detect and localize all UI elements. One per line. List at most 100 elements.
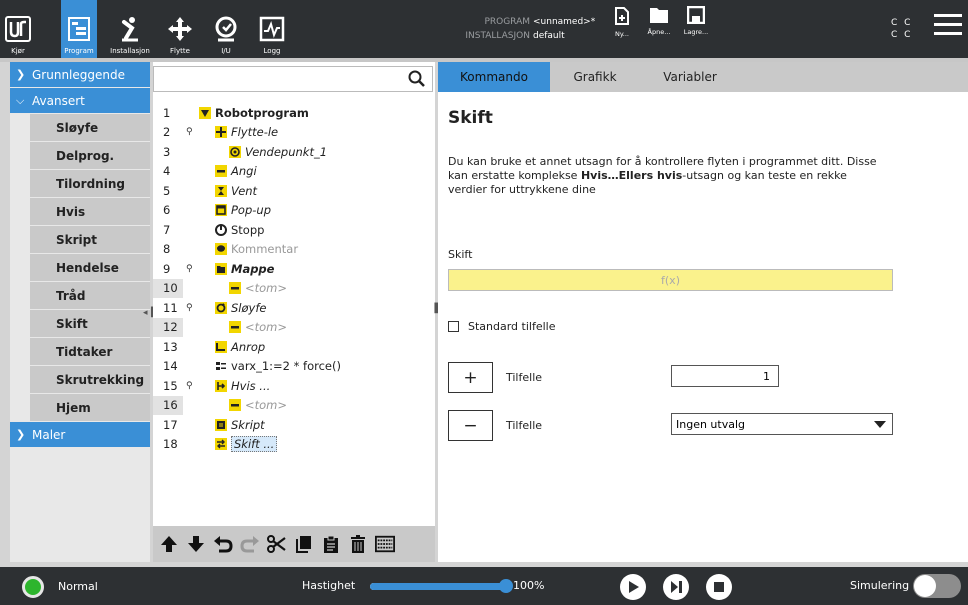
tree-row[interactable]: 3 Vendepunkt_1	[153, 142, 435, 161]
tree-row[interactable]: 14 varx_1:=2 * force()	[153, 357, 435, 376]
io-tab[interactable]: I/U	[208, 0, 244, 58]
speed-slider-fill	[370, 583, 506, 590]
save-icon	[687, 6, 705, 24]
simulation-label: Simulering	[850, 579, 910, 592]
line-number: 5	[163, 183, 171, 198]
tree-row[interactable]: 13 Anrop	[153, 337, 435, 356]
expand-pin-icon[interactable]: ⚲	[186, 381, 193, 391]
speed-slider[interactable]	[370, 579, 513, 593]
program-tab[interactable]: Program	[61, 0, 97, 58]
loop-icon	[215, 301, 227, 314]
copy-icon[interactable]	[294, 533, 314, 555]
program-tree-panel: 1 Robotprogram 2 ⚲ Flytte-le 3 Vendepunkt_1 4 An…	[153, 62, 435, 562]
search-icon[interactable]	[408, 70, 426, 88]
checkbox-icon[interactable]	[448, 321, 459, 332]
new-button[interactable]: Ny...	[604, 6, 640, 52]
log-tab[interactable]: Logg	[254, 0, 290, 58]
tree-row[interactable]: 16 <tom>	[153, 396, 435, 415]
simulation-toggle[interactable]	[913, 574, 961, 598]
tree-row[interactable]: 4 Angi	[153, 162, 435, 181]
installation-tab[interactable]: Installasjon	[107, 0, 153, 58]
tree-row[interactable]: 6 Pop-up	[153, 201, 435, 220]
search-input[interactable]	[153, 66, 433, 92]
io-icon	[215, 16, 237, 42]
hamburger-menu-icon[interactable]	[934, 14, 962, 38]
command-tabs: Kommando Grafikk Variabler	[438, 62, 968, 92]
log-tab-label: Logg	[263, 47, 281, 55]
undo-icon[interactable]	[213, 533, 233, 555]
line-number: 14	[163, 359, 178, 373]
remove-case-button[interactable]: −	[448, 410, 493, 441]
tree-node-label: <tom>	[245, 320, 288, 334]
expand-pin-icon[interactable]: ⚲	[186, 303, 193, 313]
redo-icon[interactable]	[240, 533, 260, 555]
case-select-dropdown[interactable]: Ingen utvalg	[671, 413, 893, 435]
tree-row[interactable]: 1 Robotprogram	[153, 103, 435, 122]
node-item-7[interactable]: Skift	[30, 310, 150, 337]
tree-row[interactable]: 12 <tom>	[153, 318, 435, 337]
category-templates[interactable]: ❯ Maler	[10, 422, 150, 447]
node-item-2[interactable]: Tilordning	[30, 170, 150, 197]
node-item-0[interactable]: Sløyfe	[30, 114, 150, 141]
delete-icon[interactable]	[348, 533, 368, 555]
node-item-4[interactable]: Skript	[30, 226, 150, 253]
move-icon	[215, 126, 227, 138]
expression-input[interactable]: f(x)	[448, 269, 893, 291]
move-down-icon[interactable]	[186, 533, 206, 555]
play-icon	[629, 581, 639, 593]
tree-row[interactable]: 9 ⚲ Mappe	[153, 259, 435, 278]
node-item-8[interactable]: Tidtaker	[30, 338, 150, 365]
node-item-10[interactable]: Hjem	[30, 394, 150, 421]
tree-node-label: Mappe	[231, 261, 275, 276]
tree-row[interactable]: 8 Kommentar	[153, 240, 435, 259]
robot-status: Normal	[58, 580, 98, 593]
tree-row[interactable]: 2 ⚲ Flytte-le	[153, 123, 435, 142]
save-button-label: Lagre...	[683, 28, 709, 36]
case-number-input[interactable]: 1	[671, 365, 779, 387]
move-tab[interactable]: Flytte	[162, 0, 198, 58]
move-up-icon[interactable]	[159, 533, 179, 555]
cut-icon[interactable]	[267, 533, 287, 555]
category-basic[interactable]: ❯ Grunnleggende	[10, 62, 150, 87]
robot-arm-icon	[122, 17, 138, 42]
case-select-value: Ingen utvalg	[676, 417, 746, 431]
step-button[interactable]	[663, 574, 689, 600]
stop-icon	[714, 582, 724, 592]
suppress-icon[interactable]	[375, 533, 395, 555]
tab-command[interactable]: Kommando	[438, 62, 550, 92]
node-item-1[interactable]: Delprog.	[30, 142, 150, 169]
play-button[interactable]	[620, 574, 646, 600]
node-item-5[interactable]: Hendelse	[30, 254, 150, 281]
tree-row[interactable]: 11 ⚲ Sløyfe	[153, 298, 435, 317]
chevron-down-icon: ⌵	[16, 93, 25, 107]
empty-icon	[229, 282, 241, 294]
tab-variables[interactable]: Variabler	[640, 62, 740, 92]
speed-slider-handle[interactable]	[499, 579, 513, 593]
command-description: Du kan bruke et annet utsagn for å kontr…	[448, 155, 888, 197]
open-folder-icon	[650, 8, 668, 23]
tree-row[interactable]: 5 Vent	[153, 181, 435, 200]
default-case-checkbox[interactable]: Standard tilfelle	[448, 320, 555, 333]
expand-pin-icon[interactable]: ⚲	[186, 264, 193, 274]
run-tab[interactable]: Kjør	[0, 0, 36, 58]
paste-icon[interactable]	[321, 533, 341, 555]
tree-row[interactable]: 10 <tom>	[153, 279, 435, 298]
tree-row[interactable]: 18 Skift ...	[153, 435, 435, 454]
node-item-9[interactable]: Skrutrekking	[30, 366, 150, 393]
save-button[interactable]: Lagre...	[678, 6, 714, 52]
node-item-3[interactable]: Hvis	[30, 198, 150, 225]
open-button[interactable]: Åpne...	[641, 6, 677, 52]
tree-node-label: Vent	[231, 183, 258, 198]
tree-node-label: Hvis ...	[231, 378, 271, 393]
stop-button[interactable]	[706, 574, 732, 600]
tree-row[interactable]: 15 ⚲ Hvis ...	[153, 376, 435, 395]
add-case-button[interactable]: +	[448, 362, 493, 393]
tree-row[interactable]: 7 Stopp	[153, 220, 435, 239]
node-item-6[interactable]: Tråd	[30, 282, 150, 309]
status-indicator-icon[interactable]	[22, 576, 44, 598]
category-advanced[interactable]: ⌵ Avansert	[10, 88, 150, 113]
expand-pin-icon[interactable]: ⚲	[186, 127, 193, 137]
program-name: <unnamed>*	[533, 17, 596, 27]
tree-row[interactable]: 17 Skript	[153, 415, 435, 434]
tab-graphics[interactable]: Grafikk	[550, 62, 640, 92]
